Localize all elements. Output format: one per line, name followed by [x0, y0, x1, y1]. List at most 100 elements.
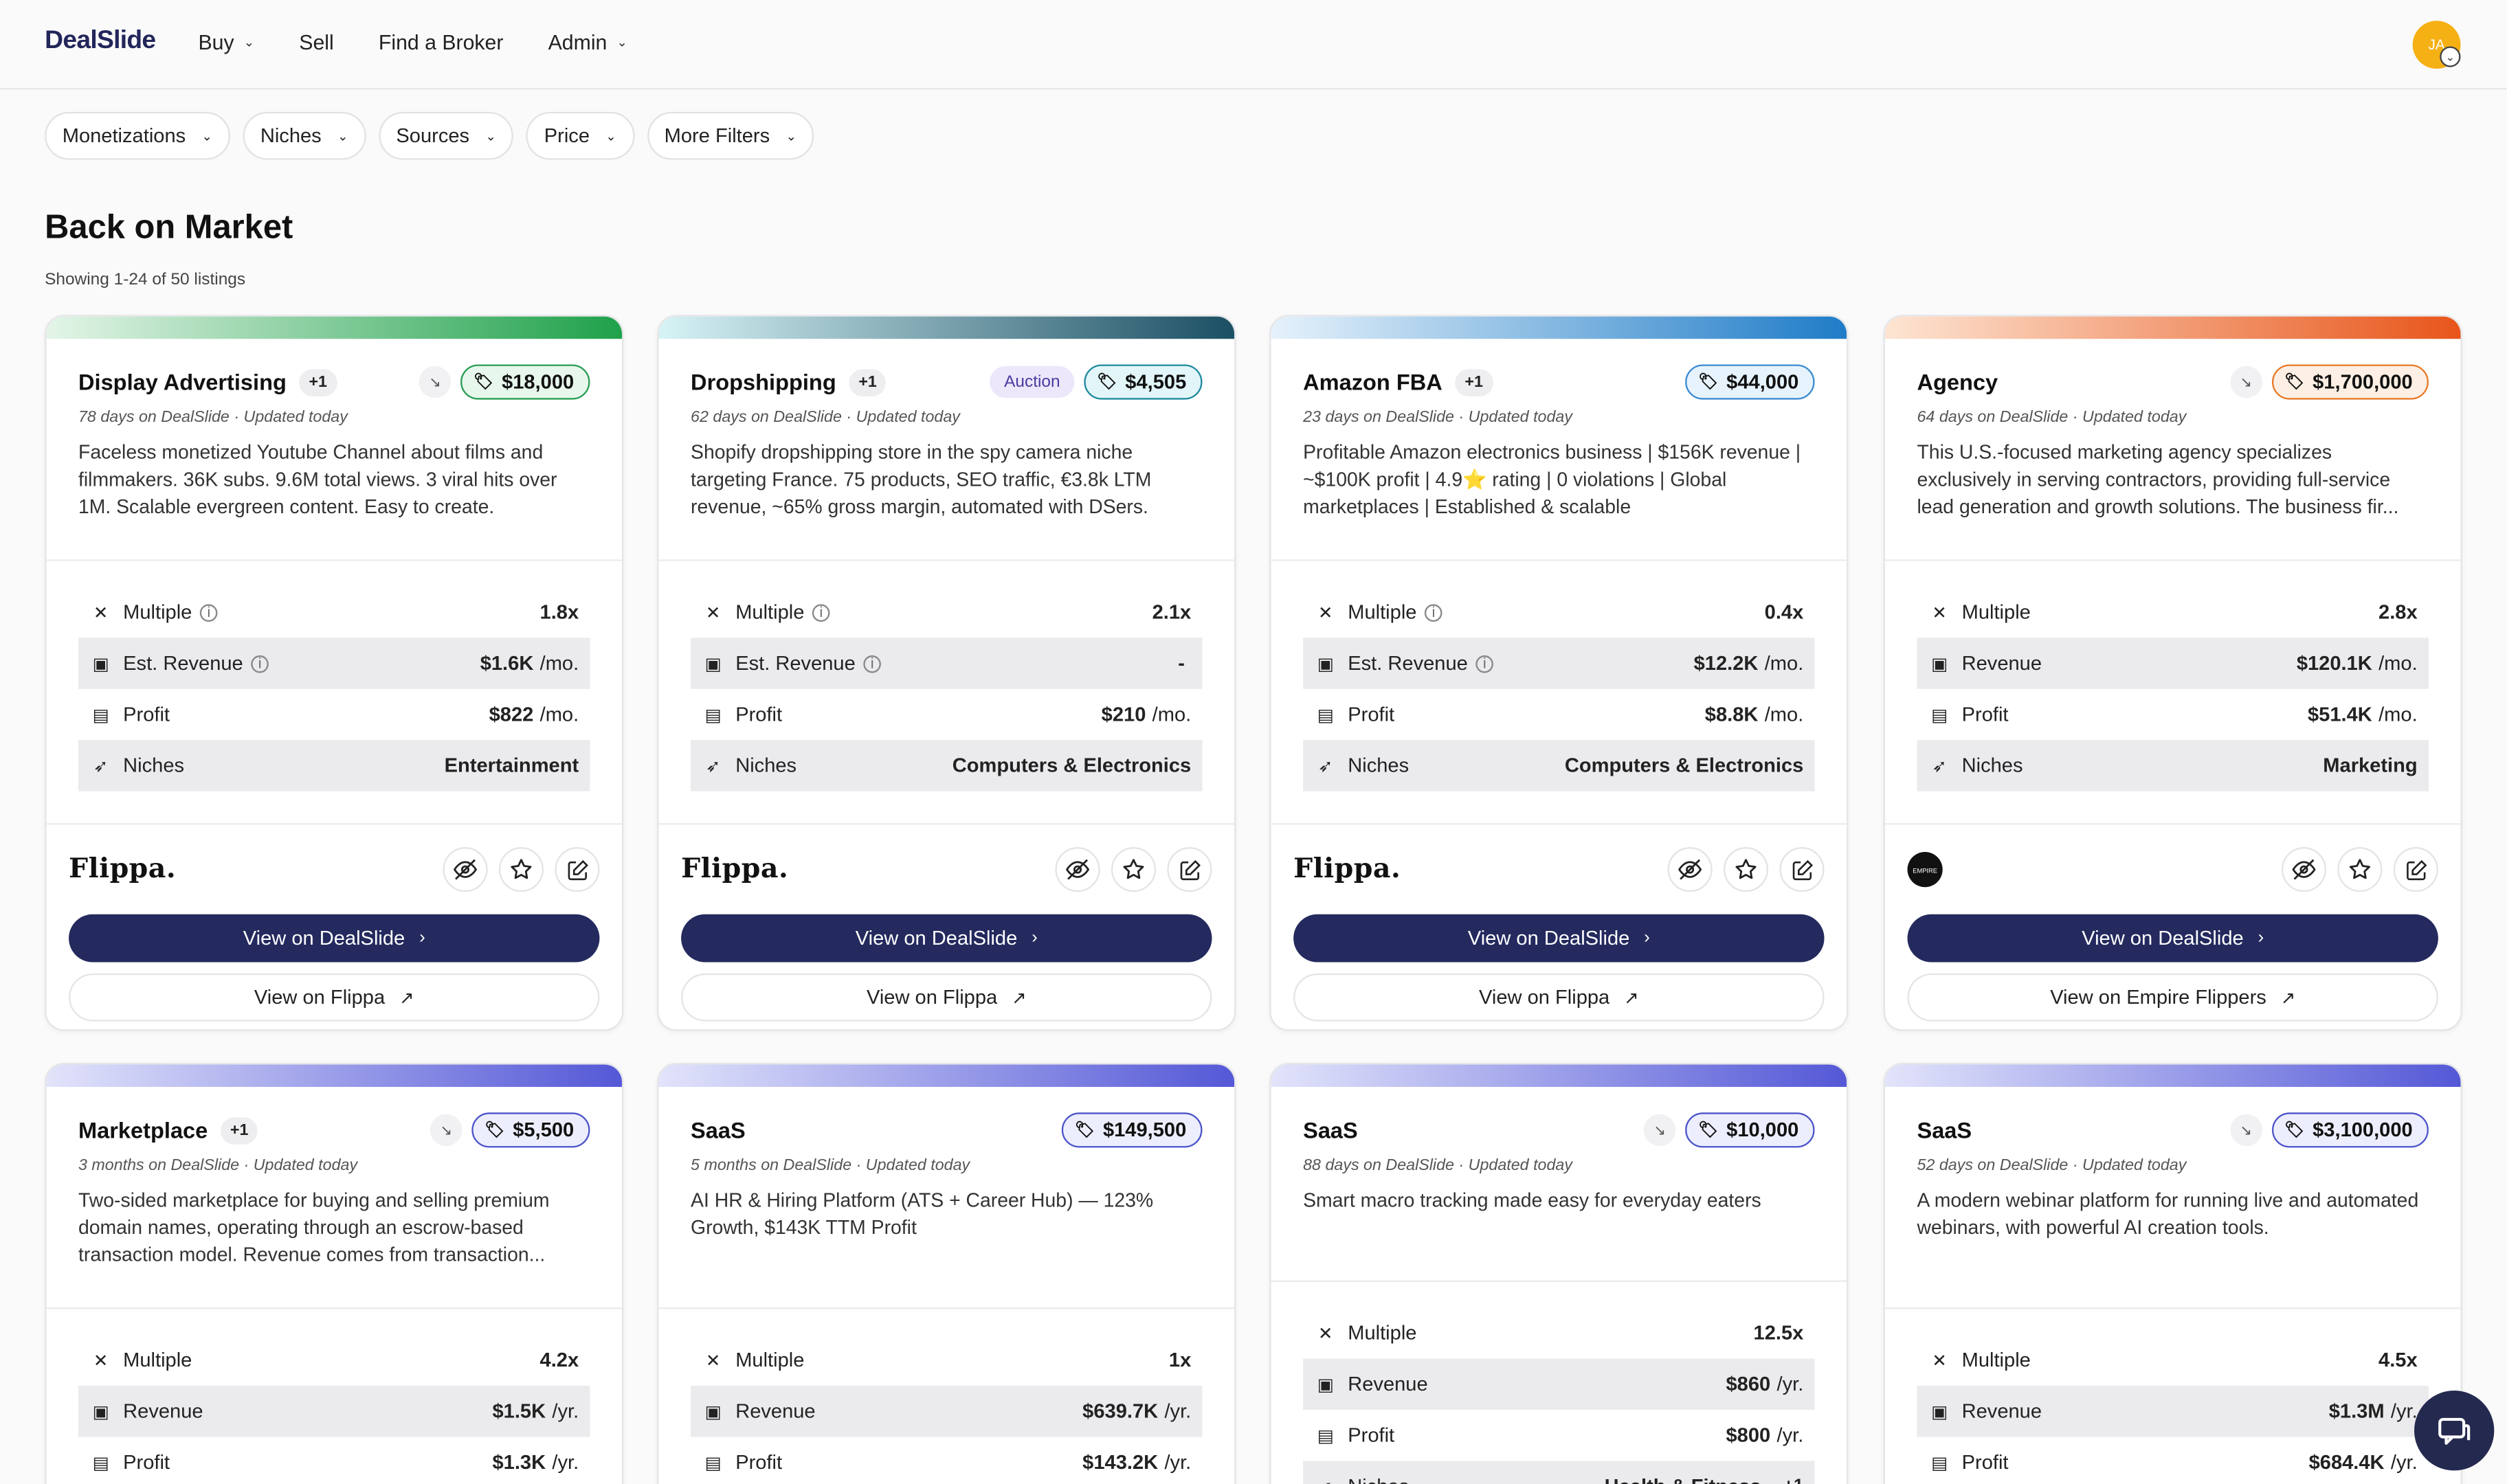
- favorite-button[interactable]: [1723, 847, 1769, 892]
- nav-find-a-broker[interactable]: Find a Broker: [379, 30, 504, 54]
- price-tag-icon: 🏷: [484, 1121, 505, 1139]
- favorite-button[interactable]: [498, 847, 544, 892]
- info-icon[interactable]: i: [863, 654, 882, 673]
- hide-listing-button[interactable]: [2281, 847, 2327, 892]
- info-icon[interactable]: i: [1475, 654, 1494, 673]
- listing-card[interactable]: Agency ↘ 🏷 $1,700,000 64 days on DealSlide ·…: [1883, 315, 2462, 1031]
- listing-description: Two-sided marketplace for buying and sel…: [78, 1189, 550, 1266]
- profit-icon: ▤: [1317, 1426, 1334, 1446]
- avatar-menu-chevron-icon[interactable]: ⌄: [2440, 46, 2461, 67]
- trending-down-icon: ↘: [419, 366, 452, 398]
- listing-description: Faceless monetized Youtube Channel about…: [78, 441, 557, 518]
- chevron-down-icon: ⌄: [337, 128, 348, 144]
- eye-off-icon: [453, 859, 478, 880]
- stat-revenue: ▣ Revenue $860/yr.: [1303, 1358, 1815, 1410]
- stat-revenue: ▣ Revenue $1.3M/yr.: [1917, 1386, 2429, 1437]
- multiply-icon: ✕: [93, 1351, 109, 1371]
- chat-button[interactable]: [2414, 1391, 2495, 1471]
- listing-card[interactable]: Amazon FBA +1 🏷 $44,000 23 days on DealSlide…: [1269, 315, 1849, 1031]
- view-on-source-button[interactable]: View on Empire Flippers ↗: [1907, 973, 2438, 1022]
- listing-description: AI HR & Hiring Platform (ATS + Career Hu…: [691, 1189, 1154, 1239]
- stat-niches: ➶NichesHealth & Fitness+1: [1303, 1461, 1815, 1484]
- listing-card[interactable]: SaaS 🏷 $149,500 5 months on DealSlide · Upd…: [657, 1063, 1236, 1484]
- edit-icon: [567, 859, 588, 880]
- more-categories-badge[interactable]: +1: [849, 368, 887, 396]
- top-navigation-bar: DealSlide Buy ⌄ Sell Find a Broker Admin ⌄…: [0, 0, 2507, 90]
- info-icon[interactable]: i: [199, 603, 218, 621]
- hide-listing-button[interactable]: [1055, 847, 1100, 892]
- listing-description: Profitable Amazon electronics business |…: [1303, 441, 1801, 518]
- stat-profit: ▤ Profit $210/mo.: [691, 689, 1202, 740]
- listing-title: SaaS: [691, 1117, 746, 1143]
- info-icon[interactable]: i: [1425, 603, 1442, 621]
- price-badge: 🏷 $1,700,000: [2271, 364, 2429, 400]
- more-categories-badge[interactable]: +1: [299, 368, 337, 396]
- favorite-button[interactable]: [2337, 847, 2383, 892]
- dealslide-logo[interactable]: DealSlide: [45, 27, 156, 56]
- info-icon[interactable]: i: [812, 603, 830, 621]
- filter-more-filters[interactable]: More Filters ⌄: [647, 111, 814, 160]
- revenue-icon: ▣: [1317, 654, 1334, 674]
- card-accent-bar: [1271, 316, 1847, 339]
- multiply-icon: ✕: [705, 1351, 721, 1371]
- external-link-icon: ↗: [399, 988, 414, 1008]
- edit-button[interactable]: [555, 847, 600, 892]
- listing-meta: 5 months on DealSlide · Updated today: [691, 1157, 970, 1175]
- nav-buy[interactable]: Buy ⌄: [198, 30, 254, 54]
- multiply-icon: ✕: [1932, 603, 1947, 623]
- filter-sources[interactable]: Sources ⌄: [378, 111, 514, 160]
- edit-button[interactable]: [1167, 847, 1212, 892]
- stat-multiple: ✕ Multiple 12.5x: [1303, 1307, 1814, 1358]
- listing-card[interactable]: Marketplace +1 ↘ 🏷 $5,500 3 months on DealSli…: [45, 1063, 624, 1484]
- chevron-down-icon: ⌄: [605, 128, 616, 144]
- stat-multiple: ✕ Multiple 4.5x: [1917, 1335, 2428, 1386]
- listing-title: Dropshipping: [691, 369, 836, 395]
- hide-listing-button[interactable]: [1667, 847, 1713, 892]
- listing-stats: ✕ Multiple 4.5x ▣ Revenue $1.3M/yr. ▤ Profit $68…: [1885, 1309, 2461, 1484]
- view-on-source-button[interactable]: View on Flippa ↗: [681, 973, 1212, 1022]
- price-tag-icon: 🏷: [2284, 1121, 2305, 1139]
- nav-admin[interactable]: Admin ⌄: [548, 30, 627, 54]
- listing-title: Display Advertising: [78, 369, 287, 395]
- more-niches-badge[interactable]: +1: [1783, 1477, 1803, 1484]
- edit-icon: [2405, 859, 2427, 880]
- view-on-source-button[interactable]: View on Flippa ↗: [1293, 973, 1825, 1022]
- filter-price[interactable]: Price ⌄: [526, 111, 634, 160]
- listing-card[interactable]: SaaS ↘ 🏷 $3,100,000 52 days on DealSlide · U…: [1883, 1063, 2462, 1484]
- stat-multiple: ✕ Multiple i 1.8x: [78, 587, 590, 638]
- listing-card[interactable]: Dropshipping +1 Auction 🏷 $4,505 62 days on D…: [657, 315, 1236, 1031]
- listing-card[interactable]: SaaS ↘ 🏷 $10,000 88 days on DealSlide · Upda…: [1269, 1063, 1849, 1484]
- listing-stats: ✕ Multiple 1x ▣ Revenue $639.7K/yr. ▤ Profit $14…: [659, 1309, 1235, 1484]
- listing-meta: 23 days on DealSlide · Updated today: [1303, 409, 1573, 427]
- view-on-dealslide-button[interactable]: View on DealSlide ›: [69, 914, 600, 963]
- eye-off-icon: [1678, 859, 1702, 880]
- price-badge: 🏷 $4,505: [1084, 364, 1203, 400]
- favorite-button[interactable]: [1111, 847, 1157, 892]
- listing-card[interactable]: Display Advertising +1 ↘ 🏷 $18,000 78 days on…: [45, 315, 624, 1031]
- flippa-logo: Flippa.: [681, 853, 789, 886]
- view-on-dealslide-button[interactable]: View on DealSlide ›: [681, 914, 1212, 963]
- listing-title: Marketplace: [78, 1117, 208, 1143]
- edit-button[interactable]: [2393, 847, 2438, 892]
- more-categories-badge[interactable]: +1: [1455, 368, 1493, 396]
- view-on-source-button[interactable]: View on Flippa ↗: [69, 973, 600, 1022]
- info-icon[interactable]: i: [251, 654, 269, 673]
- profit-icon: ▤: [1930, 1453, 1948, 1473]
- edit-button[interactable]: [1779, 847, 1825, 892]
- filter-niches[interactable]: Niches ⌄: [243, 111, 366, 160]
- chevron-down-icon: ⌄: [243, 35, 255, 50]
- view-on-dealslide-button[interactable]: View on DealSlide ›: [1293, 914, 1825, 963]
- view-on-dealslide-button[interactable]: View on DealSlide ›: [1907, 914, 2438, 963]
- nav-sell[interactable]: Sell: [299, 30, 333, 54]
- revenue-icon: ▣: [704, 1402, 722, 1422]
- more-categories-badge[interactable]: +1: [220, 1116, 258, 1144]
- edit-icon: [1792, 859, 1812, 880]
- stat-profit: ▤ Profit $800/yr.: [1303, 1410, 1814, 1461]
- multiply-icon: ✕: [1932, 1351, 1947, 1371]
- stat-niches: ➶ Niches Computers & Electronics: [691, 740, 1203, 791]
- filter-monetizations[interactable]: Monetizations ⌄: [45, 111, 230, 160]
- rocket-icon: ➶: [1932, 756, 1947, 776]
- empire-flippers-logo: EMPIRE: [1907, 852, 1943, 888]
- hide-listing-button[interactable]: [443, 847, 488, 892]
- listing-description: Smart macro tracking made easy for every…: [1303, 1189, 1761, 1212]
